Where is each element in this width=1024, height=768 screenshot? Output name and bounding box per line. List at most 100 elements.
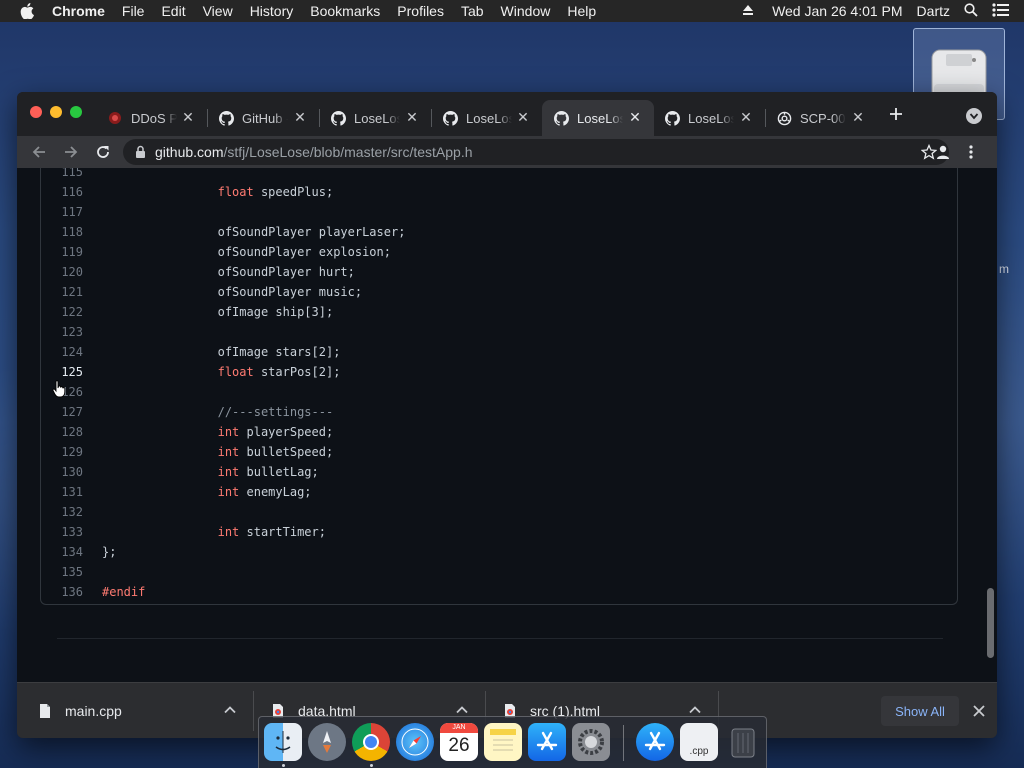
download-item[interactable]: main.cpp	[17, 683, 253, 738]
close-window-button[interactable]	[30, 106, 42, 118]
close-icon[interactable]: ✕	[181, 110, 195, 124]
notes-icon[interactable]	[484, 723, 522, 761]
apple-icon[interactable]	[20, 3, 36, 19]
page-scrollbar[interactable]	[984, 168, 997, 682]
line-number[interactable]: 127	[41, 402, 83, 422]
chevron-up-icon[interactable]	[455, 703, 469, 717]
app-store-icon[interactable]	[528, 723, 566, 761]
new-tab-button[interactable]	[888, 106, 904, 122]
scrollbar-thumb[interactable]	[987, 588, 994, 658]
reload-button[interactable]	[95, 144, 111, 160]
menu-help[interactable]: Help	[567, 3, 596, 19]
chevron-up-icon[interactable]	[688, 703, 702, 717]
address-bar[interactable]: github.com /stfj/LoseLose/blob/master/sr…	[123, 139, 949, 165]
kebab-menu-icon[interactable]	[969, 144, 981, 160]
code-text: int bulletLag;	[102, 462, 319, 482]
line-number[interactable]: 123	[41, 322, 83, 342]
tab-search-icon[interactable]	[966, 108, 982, 124]
app-store-downloads-icon[interactable]	[636, 723, 674, 761]
trash-icon[interactable]	[724, 723, 762, 761]
line-number[interactable]: 124	[41, 342, 83, 362]
tab-label: LoseLos	[577, 110, 623, 126]
show-all-button[interactable]: Show All	[881, 696, 959, 726]
code-keyword: float	[217, 185, 254, 199]
system-preferences-icon[interactable]	[572, 723, 610, 761]
tab-scp[interactable]: SCP-00 ✕	[766, 100, 877, 136]
tab-ddos[interactable]: DDoS Pr ✕	[97, 100, 207, 136]
tab-github[interactable]: GitHub - ✕	[208, 100, 319, 136]
control-center-icon[interactable]	[992, 2, 1012, 20]
line-number[interactable]: 133	[41, 522, 83, 542]
close-icon[interactable]: ✕	[293, 110, 307, 124]
line-number[interactable]: 134	[41, 542, 83, 562]
code-line: 136 #endif	[41, 582, 941, 602]
menu-history[interactable]: History	[250, 3, 294, 19]
lock-icon[interactable]	[135, 145, 147, 159]
line-number[interactable]: 118	[41, 222, 83, 242]
line-number[interactable]: 131	[41, 482, 83, 502]
code-line: 115	[41, 168, 941, 182]
line-number[interactable]: 128	[41, 422, 83, 442]
close-icon[interactable]: ✕	[739, 110, 753, 124]
tab-loselose-active[interactable]: LoseLos ✕	[542, 100, 654, 136]
chevron-up-icon[interactable]	[223, 703, 237, 717]
line-number[interactable]: 119	[41, 242, 83, 262]
dock-divider	[623, 725, 624, 761]
minimize-window-button[interactable]	[50, 106, 62, 118]
line-number[interactable]: 121	[41, 282, 83, 302]
calendar-icon[interactable]: JAN 26	[440, 723, 478, 761]
zoom-window-button[interactable]	[70, 106, 82, 118]
code-keyword: float	[217, 365, 254, 379]
close-downloads-icon[interactable]	[972, 704, 986, 718]
close-icon[interactable]: ✕	[628, 110, 642, 124]
launchpad-icon[interactable]	[308, 723, 346, 761]
github-icon	[664, 110, 680, 126]
close-icon[interactable]: ✕	[405, 110, 419, 124]
menu-bookmarks[interactable]: Bookmarks	[310, 3, 380, 19]
line-number[interactable]: 120	[41, 262, 83, 282]
tab-loselose-1[interactable]: LoseLos ✕	[320, 100, 431, 136]
line-number[interactable]: 132	[41, 502, 83, 522]
eject-icon[interactable]	[742, 3, 756, 19]
code-line: 122 ofImage ship[3];	[41, 302, 941, 322]
menu-profiles[interactable]: Profiles	[397, 3, 444, 19]
line-number[interactable]: 115	[41, 168, 83, 182]
close-icon[interactable]: ✕	[851, 110, 865, 124]
spotlight-search-icon[interactable]	[964, 2, 980, 20]
line-number[interactable]: 135	[41, 562, 83, 582]
safari-icon[interactable]	[396, 723, 434, 761]
menu-bar: Chrome File Edit View History Bookmarks …	[0, 0, 1024, 22]
code-line: 129 int bulletSpeed;	[41, 442, 941, 462]
github-icon	[218, 110, 234, 126]
menu-edit[interactable]: Edit	[161, 3, 185, 19]
code-token: playerSpeed;	[239, 425, 334, 439]
line-number[interactable]: 116	[41, 182, 83, 202]
code-line: 126	[41, 382, 941, 402]
menubar-clock[interactable]: Wed Jan 26 4:01 PM	[772, 3, 902, 19]
menu-window[interactable]: Window	[501, 3, 551, 19]
cpp-file-icon[interactable]: .cpp	[680, 723, 718, 761]
profile-avatar[interactable]	[933, 142, 953, 162]
forward-button[interactable]	[63, 144, 79, 160]
tab-loselose-3[interactable]: LoseLos ✕	[654, 100, 765, 136]
line-number[interactable]: 136	[41, 582, 83, 602]
menu-app-chrome[interactable]: Chrome	[52, 3, 105, 19]
back-button[interactable]	[31, 144, 47, 160]
line-number[interactable]: 117	[41, 202, 83, 222]
menu-view[interactable]: View	[203, 3, 233, 19]
line-number[interactable]: 129	[41, 442, 83, 462]
menu-file[interactable]: File	[122, 3, 145, 19]
code-line: 135	[41, 562, 941, 582]
finder-icon[interactable]	[264, 723, 302, 761]
chrome-icon[interactable]	[352, 723, 390, 761]
code-line: 130 int bulletLag;	[41, 462, 941, 482]
menubar-user[interactable]: Dartz	[917, 3, 950, 19]
close-icon[interactable]: ✕	[516, 110, 530, 124]
tab-loselose-2[interactable]: LoseLos ✕	[432, 100, 542, 136]
menu-tab[interactable]: Tab	[461, 3, 484, 19]
line-number[interactable]: 122	[41, 302, 83, 322]
line-number[interactable]: 125	[41, 362, 83, 382]
browser-toolbar: github.com /stfj/LoseLose/blob/master/sr…	[17, 136, 997, 168]
line-number[interactable]: 130	[41, 462, 83, 482]
